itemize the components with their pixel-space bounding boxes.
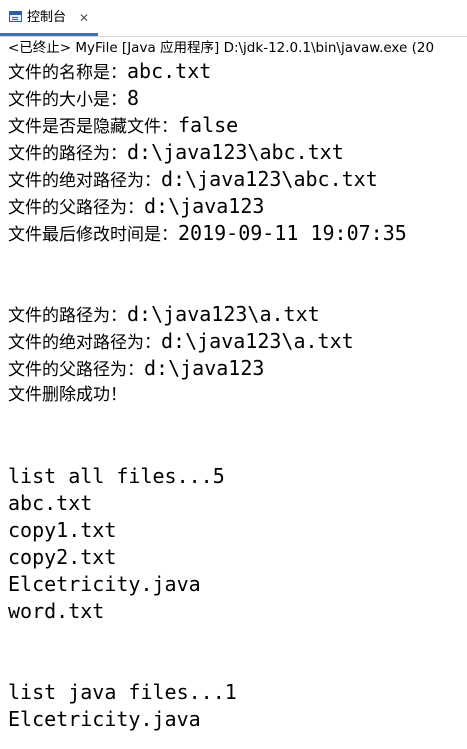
output-line: word.txt bbox=[8, 599, 105, 623]
output-line: Elcetricity.java bbox=[8, 707, 201, 731]
output-line: 文件删除成功！ bbox=[8, 385, 127, 405]
output-line: 文件的绝对路径为：d:\java123\abc.txt bbox=[8, 167, 378, 191]
output-line: abc.txt bbox=[8, 491, 93, 515]
console-icon bbox=[9, 11, 22, 22]
console-output: 文件的名称是：abc.txt 文件的大小是：8 文件是否是隐藏文件：false … bbox=[0, 58, 467, 749]
output-line: 文件的大小是：8 bbox=[8, 86, 140, 110]
tab-console-label: 控制台 bbox=[27, 10, 67, 25]
output-line: list java files...1 bbox=[8, 680, 237, 704]
output-line: 文件是否是隐藏文件：false bbox=[8, 113, 239, 137]
process-status-text: <已终止> MyFile [Java 应用程序] D:\jdk-12.0.1\b… bbox=[8, 40, 435, 56]
output-line: 文件最后修改时间是：2019-09-11 19:07:35 bbox=[8, 221, 407, 245]
output-line: list all files...5 bbox=[8, 464, 225, 488]
output-line: 文件的名称是：abc.txt bbox=[8, 59, 212, 83]
output-line: 文件的路径为：d:\java123\abc.txt bbox=[8, 140, 344, 164]
output-line: Elcetricity.java bbox=[8, 572, 201, 596]
console-status-bar: <已终止> MyFile [Java 应用程序] D:\jdk-12.0.1\b… bbox=[0, 36, 467, 59]
output-line: copy1.txt bbox=[8, 518, 117, 542]
close-icon[interactable]: ✕ bbox=[79, 10, 89, 26]
tab-console[interactable]: 控制台 ✕ bbox=[0, 0, 100, 36]
output-line: 文件的父路径为：d:\java123 bbox=[8, 356, 265, 380]
console-tab-bar: 控制台 ✕ bbox=[0, 0, 467, 36]
output-line: 文件的路径为：d:\java123\a.txt bbox=[8, 302, 320, 326]
output-line: 文件的绝对路径为：d:\java123\a.txt bbox=[8, 329, 354, 353]
output-line: copy2.txt bbox=[8, 545, 117, 569]
output-line: 文件的父路径为：d:\java123 bbox=[8, 194, 265, 218]
